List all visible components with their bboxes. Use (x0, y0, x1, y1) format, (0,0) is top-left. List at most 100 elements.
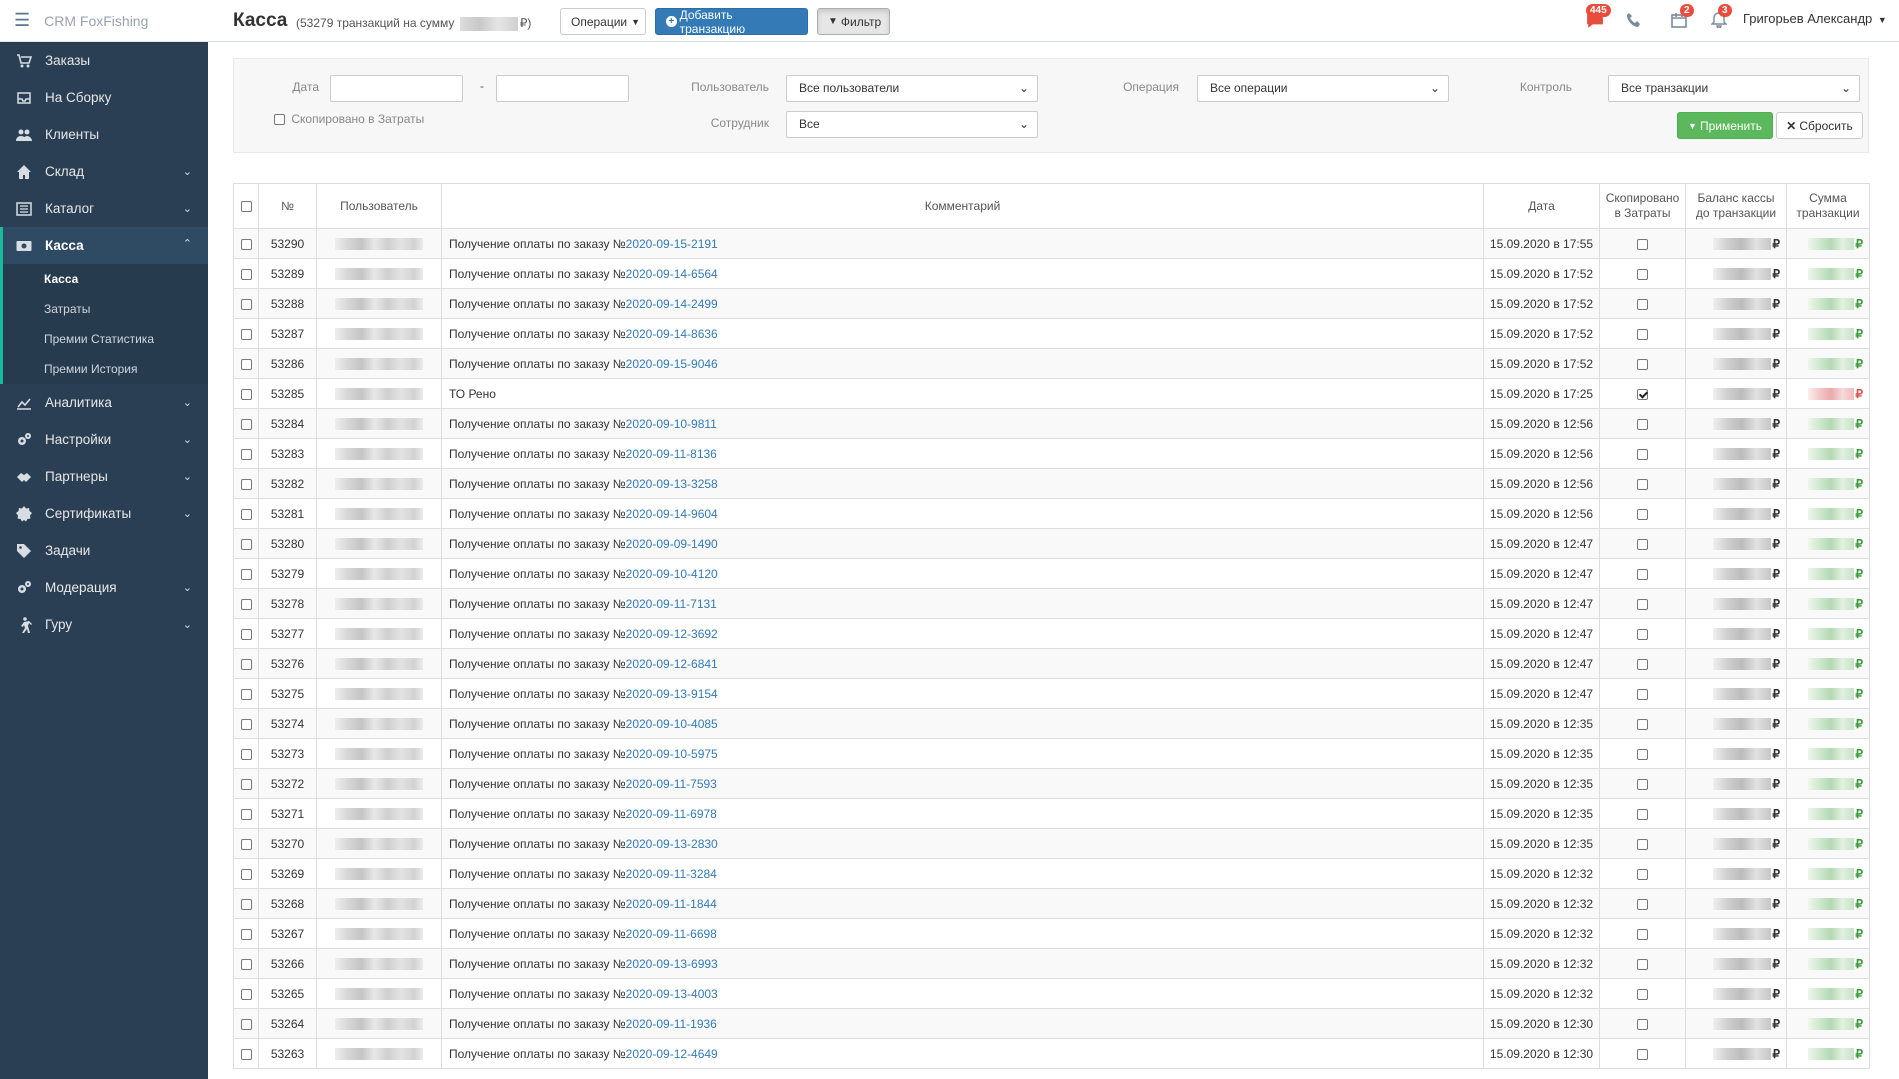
row-checkbox[interactable] (240, 718, 252, 730)
copied-checkbox[interactable] (1637, 958, 1648, 970)
add-transaction-button[interactable]: + Добавить транзакцию (655, 8, 808, 36)
order-link[interactable]: 2020-09-10-4085 (626, 717, 718, 731)
table-row[interactable]: 53269 Получение оплаты по заказу №2020-09… (233, 858, 1870, 889)
table-row[interactable]: 53284 Получение оплаты по заказу №2020-09… (233, 408, 1870, 439)
control-select[interactable]: Все транзакции ⌄ (1608, 75, 1860, 102)
order-link[interactable]: 2020-09-11-1844 (626, 897, 717, 911)
row-checkbox[interactable] (240, 448, 252, 460)
order-link[interactable]: 2020-09-09-1490 (626, 537, 718, 551)
copied-checkbox[interactable] (1637, 418, 1648, 430)
copied-checkbox[interactable] (1637, 298, 1648, 310)
column-header-balance[interactable]: Баланс кассы до транзакции (1685, 183, 1787, 229)
row-checkbox[interactable] (240, 778, 252, 790)
order-link[interactable]: 2020-09-15-9046 (626, 357, 718, 371)
sidebar-item-analytics[interactable]: Аналитика ⌄ (0, 384, 208, 421)
date-to-input[interactable] (496, 75, 629, 102)
row-checkbox[interactable] (240, 568, 252, 580)
copied-checkbox[interactable] (1637, 778, 1648, 790)
copied-checkbox[interactable] (1637, 628, 1648, 640)
order-link[interactable]: 2020-09-11-6698 (626, 927, 717, 941)
user-menu[interactable]: Григорьев Александр ▼ (1743, 11, 1887, 26)
row-checkbox[interactable] (240, 988, 252, 1000)
row-checkbox[interactable] (240, 268, 252, 280)
order-link[interactable]: 2020-09-12-3692 (626, 627, 718, 641)
sidebar-item-assembly[interactable]: На Сборку (0, 79, 208, 116)
table-row[interactable]: 53276 Получение оплаты по заказу №2020-09… (233, 648, 1870, 679)
table-row[interactable]: 53272 Получение оплаты по заказу №2020-09… (233, 768, 1870, 799)
column-header-number[interactable]: № (258, 183, 317, 229)
table-row[interactable]: 53281 Получение оплаты по заказу №2020-09… (233, 498, 1870, 529)
phone-icon[interactable] (1626, 12, 1642, 31)
order-link[interactable]: 2020-09-13-9154 (626, 687, 718, 701)
row-checkbox[interactable] (240, 748, 252, 760)
sidebar-item-tasks[interactable]: Задачи (0, 532, 208, 569)
copied-checkbox[interactable] (1637, 478, 1648, 490)
column-header-date[interactable]: Дата (1483, 183, 1600, 229)
table-row[interactable]: 53287 Получение оплаты по заказу №2020-09… (233, 318, 1870, 349)
row-checkbox[interactable] (240, 238, 252, 250)
table-row[interactable]: 53282 Получение оплаты по заказу №2020-09… (233, 468, 1870, 499)
table-row[interactable]: 53264 Получение оплаты по заказу №2020-09… (233, 1008, 1870, 1039)
copied-checkbox[interactable] (1637, 988, 1648, 1000)
sidebar-item-kassa[interactable]: Касса ⌃ (0, 227, 208, 264)
copied-checkbox[interactable] (1637, 718, 1648, 730)
order-link[interactable]: 2020-09-13-2830 (626, 837, 718, 851)
sidebar-item-warehouse[interactable]: Склад ⌄ (0, 153, 208, 190)
copied-checkbox[interactable] (1637, 268, 1648, 280)
row-checkbox[interactable] (240, 418, 252, 430)
table-row[interactable]: 53288 Получение оплаты по заказу №2020-09… (233, 288, 1870, 319)
row-checkbox[interactable] (240, 358, 252, 370)
select-all-checkbox[interactable] (240, 200, 252, 212)
copied-checkbox[interactable] (1637, 1018, 1648, 1030)
order-link[interactable]: 2020-09-13-4003 (626, 987, 718, 1001)
table-row[interactable]: 53268 Получение оплаты по заказу №2020-09… (233, 888, 1870, 919)
order-link[interactable]: 2020-09-11-1936 (626, 1017, 717, 1031)
copied-checkbox[interactable] (1637, 328, 1648, 340)
row-checkbox[interactable] (240, 538, 252, 550)
subnav-item-kassa[interactable]: Касса (3, 264, 208, 294)
order-link[interactable]: 2020-09-14-8636 (626, 327, 718, 341)
menu-toggle-icon[interactable]: ☰ (14, 10, 30, 31)
table-row[interactable]: 53278 Получение оплаты по заказу №2020-09… (233, 588, 1870, 619)
order-link[interactable]: 2020-09-12-6841 (626, 657, 718, 671)
row-checkbox[interactable] (240, 898, 252, 910)
copied-checkbox[interactable] (1637, 748, 1648, 760)
sidebar-item-guru[interactable]: Гуру ⌄ (0, 606, 208, 643)
row-checkbox[interactable] (240, 688, 252, 700)
order-link[interactable]: 2020-09-14-9604 (626, 507, 718, 521)
table-row[interactable]: 53289 Получение оплаты по заказу №2020-09… (233, 258, 1870, 289)
copied-checkbox[interactable] (1637, 808, 1648, 820)
subnav-item-bonus-history[interactable]: Премии История (3, 354, 208, 384)
copied-checkbox[interactable] (1637, 868, 1648, 880)
table-row[interactable]: 53267 Получение оплаты по заказу №2020-09… (233, 918, 1870, 949)
employee-select[interactable]: Все ⌄ (786, 111, 1038, 138)
order-link[interactable]: 2020-09-13-6993 (626, 957, 718, 971)
order-link[interactable]: 2020-09-11-7131 (626, 597, 717, 611)
table-row[interactable]: 53263 Получение оплаты по заказу №2020-09… (233, 1038, 1870, 1069)
order-link[interactable]: 2020-09-13-3258 (626, 477, 718, 491)
copied-checkbox[interactable] (1637, 898, 1648, 910)
copied-checkbox[interactable] (1637, 658, 1648, 670)
copied-checkbox[interactable] (1637, 448, 1648, 460)
operations-dropdown-button[interactable]: Операции ▼ (560, 8, 646, 35)
user-select[interactable]: Все пользователи ⌄ (786, 75, 1038, 102)
table-row[interactable]: 53265 Получение оплаты по заказу №2020-09… (233, 978, 1870, 1009)
table-row[interactable]: 53273 Получение оплаты по заказу №2020-09… (233, 738, 1870, 769)
sidebar-item-partners[interactable]: Партнеры ⌄ (0, 458, 208, 495)
order-link[interactable]: 2020-09-12-4649 (626, 1047, 718, 1061)
copied-checkbox[interactable] (1637, 568, 1648, 580)
order-link[interactable]: 2020-09-11-8136 (626, 447, 717, 461)
reset-filter-button[interactable]: ✕ Сбросить (1776, 112, 1863, 139)
date-from-input[interactable] (330, 75, 463, 102)
column-header-user[interactable]: Пользователь (316, 183, 442, 229)
table-row[interactable]: 53279 Получение оплаты по заказу №2020-09… (233, 558, 1870, 589)
order-link[interactable]: 2020-09-11-6978 (626, 807, 717, 821)
order-link[interactable]: 2020-09-10-4120 (626, 567, 718, 581)
filter-toggle-button[interactable]: ▼ Фильтр (817, 8, 890, 35)
table-row[interactable]: 53286 Получение оплаты по заказу №2020-09… (233, 348, 1870, 379)
copied-checkbox[interactable] (1637, 388, 1648, 400)
order-link[interactable]: 2020-09-14-6564 (626, 267, 718, 281)
apply-filter-button[interactable]: ▼ Применить (1677, 112, 1773, 139)
row-checkbox[interactable] (240, 808, 252, 820)
table-row[interactable]: 53290 Получение оплаты по заказу №2020-09… (233, 228, 1870, 259)
